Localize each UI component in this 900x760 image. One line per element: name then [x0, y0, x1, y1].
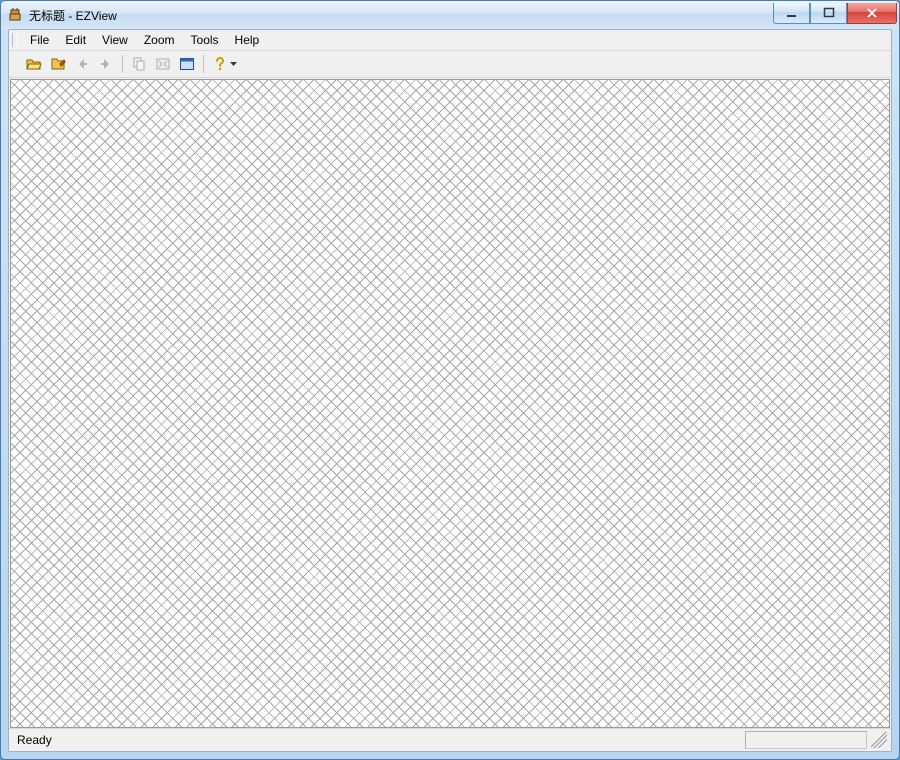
empty-canvas-hatch	[11, 80, 889, 727]
help-button[interactable]	[208, 52, 232, 76]
close-icon	[866, 7, 878, 19]
open-folder-icon	[26, 56, 42, 72]
menu-help[interactable]: Help	[227, 30, 268, 50]
menubar: File Edit View Zoom Tools Help	[9, 30, 891, 51]
menu-zoom[interactable]: Zoom	[136, 30, 183, 50]
back-arrow-icon	[74, 56, 90, 72]
copy-button[interactable]	[127, 52, 151, 76]
help-icon	[213, 56, 227, 72]
maximize-icon	[823, 7, 835, 19]
menu-help-label: Help	[235, 33, 260, 47]
menu-tools-label: Tools	[191, 33, 219, 47]
window-title: 无标题 - EZView	[29, 7, 117, 24]
maximize-button[interactable]	[810, 3, 847, 24]
close-button[interactable]	[847, 3, 897, 24]
menu-view[interactable]: View	[94, 30, 136, 50]
fit-button[interactable]	[151, 52, 175, 76]
menubar-grip[interactable]	[12, 33, 18, 47]
resize-grip[interactable]	[871, 732, 887, 748]
menu-file[interactable]: File	[22, 30, 57, 50]
minimize-button[interactable]	[773, 3, 810, 24]
menu-view-label: View	[102, 33, 128, 47]
window-controls	[773, 3, 897, 23]
toolbar-separator	[203, 55, 204, 73]
copy-icon	[131, 56, 147, 72]
image-canvas[interactable]	[10, 79, 890, 728]
statusbar: Ready	[9, 728, 891, 751]
help-dropdown[interactable]	[230, 56, 237, 72]
toolbar	[9, 51, 891, 78]
status-slot	[745, 731, 867, 749]
album-button[interactable]	[46, 52, 70, 76]
app-window: 无标题 - EZView File Edit View Zoom To	[0, 0, 900, 760]
status-text: Ready	[13, 733, 56, 747]
titlebar[interactable]: 无标题 - EZView	[1, 1, 899, 29]
back-button[interactable]	[70, 52, 94, 76]
menu-edit-label: Edit	[65, 33, 86, 47]
chevron-down-icon	[230, 56, 237, 72]
album-icon	[50, 56, 66, 72]
app-icon	[7, 7, 23, 23]
menu-edit[interactable]: Edit	[57, 30, 94, 50]
client-area: File Edit View Zoom Tools Help	[8, 29, 892, 752]
forward-button[interactable]	[94, 52, 118, 76]
fit-window-icon	[155, 56, 171, 72]
menu-tools[interactable]: Tools	[183, 30, 227, 50]
fullscreen-icon	[179, 56, 195, 72]
menu-file-label: File	[30, 33, 49, 47]
toolbar-separator	[122, 55, 123, 73]
forward-arrow-icon	[98, 56, 114, 72]
open-button[interactable]	[22, 52, 46, 76]
fullscreen-button[interactable]	[175, 52, 199, 76]
minimize-icon	[786, 7, 798, 19]
menu-zoom-label: Zoom	[144, 33, 175, 47]
